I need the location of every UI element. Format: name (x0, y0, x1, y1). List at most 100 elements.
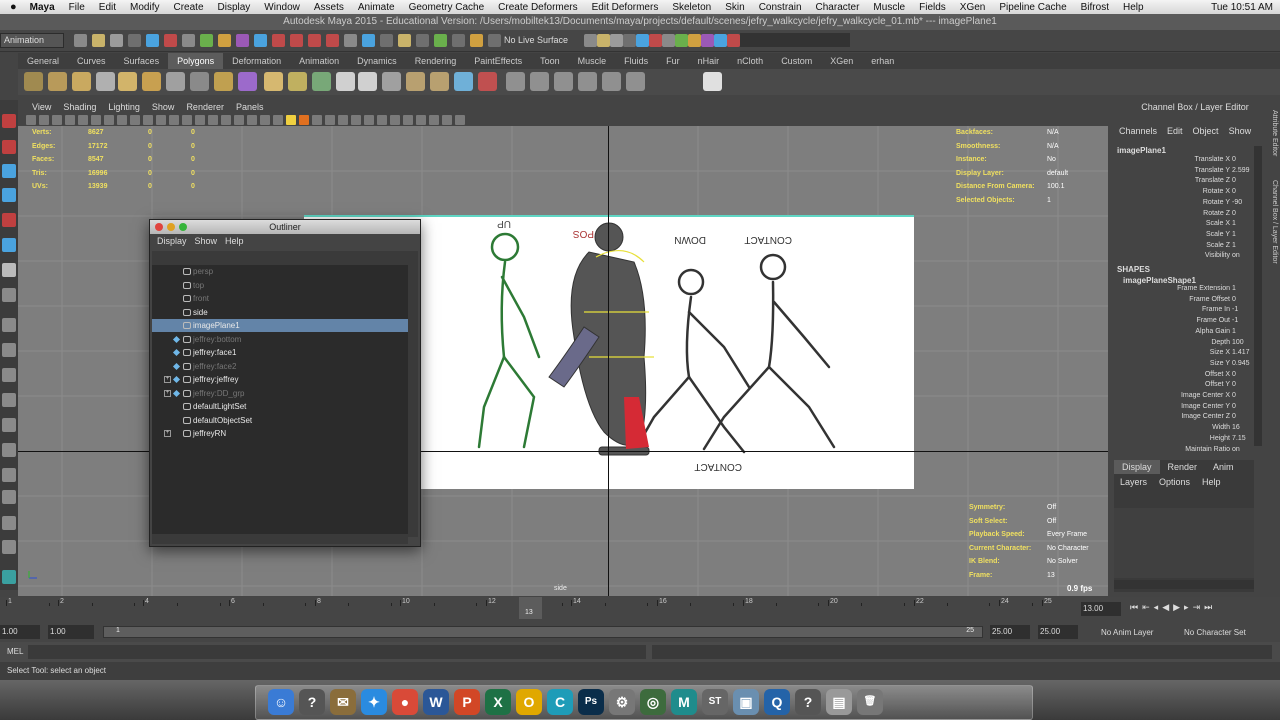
shape-attribute-value[interactable]: on (1230, 446, 1250, 453)
viewport-menu-renderer[interactable]: Renderer (180, 100, 230, 114)
status-tool-icon[interactable] (701, 34, 714, 47)
anim-start-field[interactable]: 1.00 (0, 625, 40, 639)
viewport-tool-icon[interactable] (65, 115, 75, 125)
channel-attribute-value[interactable]: 0 (1230, 188, 1250, 195)
time-slider[interactable]: 1 2 4 6 8 10 12 14 16 18 20 22 24 25 13 13.00 ⏮ ⇤ ◂ ◀… (0, 597, 1280, 622)
viewport-tool-icon[interactable] (130, 115, 140, 125)
shelf-tool-icon[interactable] (312, 72, 331, 91)
menu-bifrost[interactable]: Bifrost (1074, 2, 1116, 13)
menu-skin[interactable]: Skin (718, 2, 751, 13)
outliner-vertical-scrollbar[interactable] (408, 265, 418, 537)
shelf-tool-icon[interactable] (166, 72, 185, 91)
dock-finder-icon[interactable]: ☺ (268, 689, 294, 715)
range-bar[interactable]: 1 25 (103, 626, 983, 638)
channel-attribute-value[interactable]: 2.599 (1230, 167, 1250, 174)
viewport-tool-icon[interactable] (26, 115, 36, 125)
viewport-menu-show[interactable]: Show (146, 100, 181, 114)
dock-document-icon[interactable]: ▤ (826, 689, 852, 715)
tool-icon[interactable] (2, 238, 16, 252)
channel-attribute[interactable]: Rotate X0 (1110, 188, 1250, 195)
shape-attribute[interactable]: Maintain Ratio on (1110, 446, 1250, 453)
go-to-start-icon[interactable]: ⏮ (1130, 602, 1138, 616)
dock-mail-app-icon[interactable]: ✉ (330, 689, 356, 715)
shape-attribute-value[interactable]: 1 (1230, 328, 1250, 335)
shelf-tool-icon[interactable] (238, 72, 257, 91)
outliner-item[interactable]: jeffrey:bottom (152, 333, 408, 346)
shelf-tab-surfaces[interactable]: Surfaces (115, 53, 169, 69)
playback-end-field[interactable]: 25.00 (990, 625, 1030, 639)
viewport-tool-icon[interactable] (403, 115, 413, 125)
apple-icon[interactable]: ● (0, 1, 23, 13)
shelf-tool-icon[interactable] (142, 72, 161, 91)
outliner-item[interactable]: + jeffrey:jeffrey (152, 373, 408, 386)
layer-list[interactable] (1114, 508, 1254, 578)
channel-box-scrollbar[interactable] (1254, 146, 1262, 446)
tool-icon[interactable] (2, 443, 16, 457)
shelf-tool-icon[interactable] (190, 72, 209, 91)
shape-attribute[interactable]: Alpha Gain 1 (1110, 328, 1250, 335)
shelf-tab-toon[interactable]: Toon (531, 53, 569, 69)
viewport-tool-icon[interactable] (299, 115, 309, 125)
channel-attribute[interactable]: Rotate Y -90 (1110, 199, 1250, 206)
status-tool-icon[interactable] (164, 34, 177, 47)
shape-attribute-value[interactable]: 0 (1230, 392, 1250, 399)
shape-attribute-value[interactable]: 1 (1230, 285, 1250, 292)
status-tool-icon[interactable] (326, 34, 339, 47)
status-tool-icon[interactable] (272, 34, 285, 47)
shelf-tab-ncloth[interactable]: nCloth (728, 53, 772, 69)
tool-icon[interactable] (2, 468, 16, 482)
viewport-tool-icon[interactable] (260, 115, 270, 125)
playback-start-field[interactable]: 1.00 (48, 625, 94, 639)
status-tool-icon[interactable] (218, 34, 231, 47)
viewport-tool-icon[interactable] (455, 115, 465, 125)
status-tool-icon[interactable] (623, 34, 636, 47)
channel-box-menu-show[interactable]: Show (1224, 126, 1257, 136)
viewport-tool-icon[interactable] (143, 115, 153, 125)
dock-quicktime-player-icon[interactable]: Q (764, 689, 790, 715)
menu-pipeline-cache[interactable]: Pipeline Cache (992, 2, 1073, 13)
viewport-tool-icon[interactable] (247, 115, 257, 125)
dock-help-icon[interactable]: ? (299, 689, 325, 715)
menu-modify[interactable]: Modify (123, 2, 166, 13)
quick-select-field[interactable] (740, 33, 850, 47)
channel-attribute[interactable]: Translate X0 (1110, 156, 1250, 163)
dock-safari-icon[interactable]: ✦ (361, 689, 387, 715)
shape-attribute-value[interactable]: 0 (1230, 296, 1250, 303)
menu-character[interactable]: Character (809, 2, 867, 13)
status-tool-icon[interactable] (110, 34, 123, 47)
shape-attribute-value[interactable]: -1 (1230, 317, 1250, 324)
step-forward-key-icon[interactable]: ⇥ (1193, 602, 1201, 616)
status-tool-icon[interactable] (92, 34, 105, 47)
shelf-tab-muscle[interactable]: Muscle (569, 53, 616, 69)
menu-create-deformers[interactable]: Create Deformers (491, 2, 584, 13)
play-backward-icon[interactable]: ◀ (1162, 602, 1169, 616)
dock-word-icon[interactable]: W (423, 689, 449, 715)
dock-onenote-icon[interactable]: C (547, 689, 573, 715)
dock-quicktime-icon[interactable]: ◎ (640, 689, 666, 715)
shape-attribute-value[interactable]: 16 (1230, 424, 1250, 431)
menu-display[interactable]: Display (211, 2, 258, 13)
shelf-tool-icon[interactable] (358, 72, 377, 91)
shelf-tool-icon[interactable] (626, 72, 645, 91)
layer-menu-layers[interactable]: Layers (1114, 475, 1153, 489)
status-tool-icon[interactable] (610, 34, 623, 47)
viewport-menu-lighting[interactable]: Lighting (102, 100, 146, 114)
channel-box-side-tab[interactable]: Channel Box / Layer Editor (1268, 180, 1278, 280)
viewport-tool-icon[interactable] (416, 115, 426, 125)
menu-app-name[interactable]: Maya (23, 2, 62, 13)
menu-assets[interactable]: Assets (307, 2, 351, 13)
mel-label[interactable]: MEL (7, 647, 23, 656)
menu-constrain[interactable]: Constrain (752, 2, 809, 13)
status-tool-icon[interactable] (182, 34, 195, 47)
status-tool-icon[interactable] (236, 34, 249, 47)
dock-help-2-icon[interactable]: ? (795, 689, 821, 715)
layer-tab-anim[interactable]: Anim (1205, 460, 1242, 474)
tool-icon[interactable] (2, 140, 16, 154)
status-tool-icon[interactable] (254, 34, 267, 47)
outliner-list[interactable]: persp top front side imagePlane1 jeffrey:bott… (152, 265, 408, 537)
attribute-editor-side-tab[interactable]: Attribute Editor (1268, 110, 1278, 180)
shape-node-name[interactable]: imagePlaneShape1 (1123, 276, 1196, 285)
status-tool-icon[interactable] (416, 34, 429, 47)
shelf-tool-icon[interactable] (554, 72, 573, 91)
channel-attribute-value[interactable]: 1 (1230, 231, 1250, 238)
